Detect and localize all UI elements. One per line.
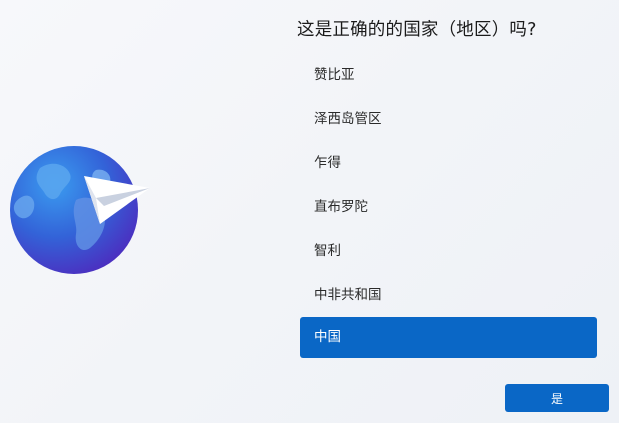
region-item-chad[interactable]: 乍得 [300,141,597,185]
region-item-gibraltar[interactable]: 直布罗陀 [300,185,597,229]
region-item-china[interactable]: 中国 [300,317,597,358]
page-title: 这是正确的的国家（地区）吗? [297,20,537,40]
region-item-chile[interactable]: 智利 [300,229,597,273]
yes-button[interactable]: 是 [505,384,609,412]
region-item-central-african-republic[interactable]: 中非共和国 [300,273,597,317]
globe-paper-plane-icon [0,140,160,280]
region-item-zambia[interactable]: 赞比亚 [300,53,597,97]
region-item-jersey[interactable]: 泽西岛管区 [300,97,597,141]
region-list[interactable]: 赞比亚 泽西岛管区 乍得 直布罗陀 智利 中非共和国 中国 [300,53,597,358]
illustration [0,0,290,423]
